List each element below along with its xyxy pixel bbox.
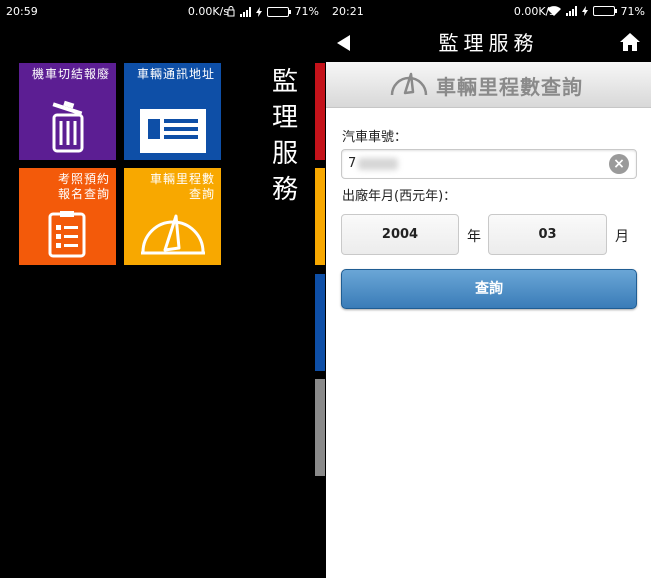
charging-icon bbox=[256, 6, 262, 17]
charging-icon bbox=[582, 6, 588, 16]
query-button[interactable]: 查詢 bbox=[341, 269, 637, 309]
tile-license-booking[interactable]: 考照預約 報名查詢 bbox=[19, 168, 116, 265]
year-select[interactable]: 2004 bbox=[341, 214, 459, 255]
status-icons bbox=[227, 6, 291, 17]
tile-label: 車輛通訊地址 bbox=[136, 67, 215, 81]
manufacture-date-label: 出廠年月(西元年)： bbox=[342, 189, 457, 204]
battery-icon bbox=[267, 6, 291, 17]
tile-vehicle-address[interactable]: 車輛通訊地址 bbox=[124, 63, 221, 160]
signal-icon bbox=[566, 6, 577, 16]
plate-redacted bbox=[358, 158, 398, 170]
app-bar-title: 監理服務 bbox=[438, 31, 539, 55]
battery-icon bbox=[593, 6, 617, 16]
plate-input[interactable]: 7 × bbox=[341, 149, 637, 179]
status-icons bbox=[547, 6, 617, 16]
home-icon[interactable] bbox=[619, 32, 641, 52]
right-screen: 20:21 0.00K/s 71% 監理服務 車輛里程數查詢 汽車車號： 7 ×… bbox=[326, 0, 651, 578]
status-battery-percent: 71% bbox=[294, 5, 319, 18]
clipboard-icon bbox=[48, 211, 86, 258]
lock-icon bbox=[227, 6, 235, 17]
plate-label: 汽車車號： bbox=[342, 130, 408, 145]
strip-tile-red[interactable] bbox=[315, 63, 325, 160]
year-unit: 年 bbox=[467, 229, 481, 245]
status-time: 20:21 bbox=[332, 5, 364, 18]
tile-scooter-scrap[interactable]: 機車切結報廢 bbox=[19, 63, 116, 160]
app-bar: 監理服務 bbox=[326, 24, 651, 62]
month-unit: 月 bbox=[615, 229, 629, 245]
tile-label: 機車切結報廢 bbox=[31, 67, 110, 81]
status-time: 20:59 bbox=[6, 5, 38, 18]
sub-header-title: 車輛里程數查詢 bbox=[436, 75, 583, 99]
strip-tile-yellow[interactable] bbox=[315, 168, 325, 265]
gauge-icon bbox=[390, 72, 428, 96]
month-select[interactable]: 03 bbox=[488, 214, 607, 255]
wifi-icon bbox=[547, 6, 561, 16]
tile-label: 車輛里程數 查詢 bbox=[149, 172, 215, 201]
status-network-speed: 0.00K/s bbox=[187, 5, 229, 18]
strip-tile-gray[interactable] bbox=[315, 379, 325, 476]
gauge-icon bbox=[141, 214, 205, 255]
tile-mileage-query[interactable]: 車輛里程數 查詢 bbox=[124, 168, 221, 265]
strip-tile-blue[interactable] bbox=[315, 274, 325, 371]
status-battery-percent: 71% bbox=[620, 5, 645, 18]
status-bar: 20:21 0.00K/s 71% bbox=[326, 0, 651, 24]
address-card-icon bbox=[140, 109, 206, 153]
sub-header: 車輛里程數查詢 bbox=[326, 62, 651, 108]
trash-icon bbox=[52, 100, 84, 153]
tile-label: 考照預約 報名查詢 bbox=[57, 172, 110, 201]
status-bar: 20:59 0.00K/s 71% bbox=[0, 0, 325, 24]
plate-input-value: 7 bbox=[348, 156, 357, 171]
signal-icon bbox=[240, 6, 251, 17]
left-screen: 20:59 0.00K/s 71% 機車切結報廢 車輛通訊地址 考照預約 報名查… bbox=[0, 0, 325, 578]
clear-icon[interactable]: × bbox=[609, 154, 629, 174]
page-title-vertical: 監理服務 bbox=[271, 67, 298, 205]
